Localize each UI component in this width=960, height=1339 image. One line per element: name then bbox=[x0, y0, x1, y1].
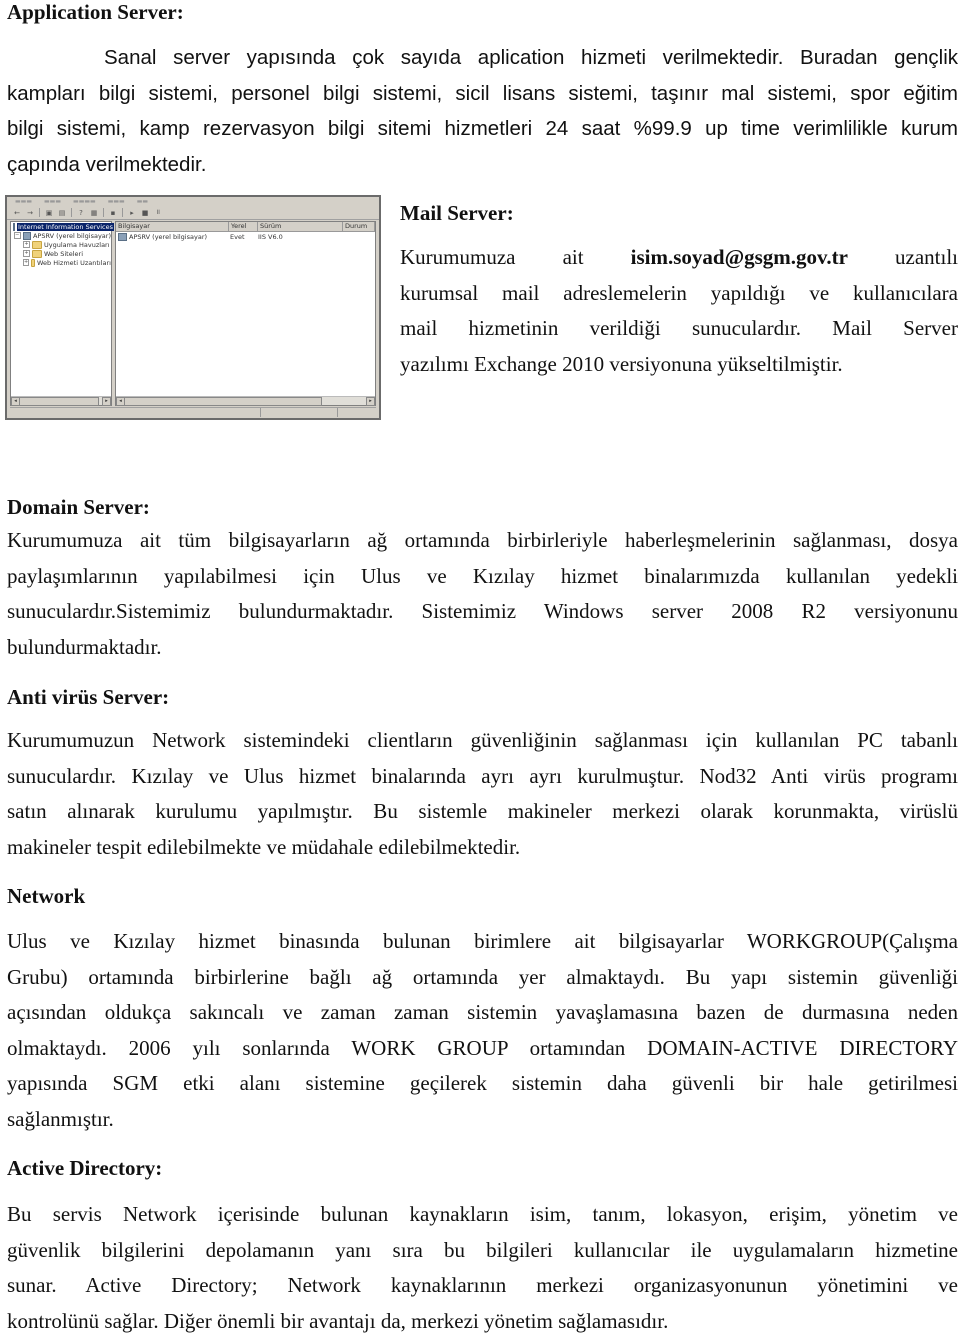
paragraph-mail-server: Kurumumuza ait isim.soyad@gsgm.gov.tr uz… bbox=[400, 240, 958, 382]
tree-scrollbar: ◂ ▸ bbox=[11, 396, 111, 405]
text-line: sunuculardır. Kızılay ve Ulus hizmet bin… bbox=[7, 759, 958, 795]
paragraph-network: Ulus ve Kızılay hizmet binasında bulunan… bbox=[7, 924, 958, 1137]
tree-server: APSRV (yerel bilgisayar) bbox=[33, 232, 111, 240]
status-bar bbox=[10, 407, 376, 417]
collapse-icon: − bbox=[14, 232, 21, 239]
toolbar: ← → ▣ ▤ ? ▦ ▪ ▸ ■ ॥ bbox=[7, 206, 379, 220]
iis-manager-screenshot: ▬▬▬▬▬▬▬▬▬▬▬▬▬▬▬ ← → ▣ ▤ ? ▦ ▪ ▸ ■ ॥ Inte… bbox=[5, 195, 381, 420]
folder-icon bbox=[32, 241, 42, 249]
text-line: paylaşımlarının yapılabilmesi için Ulus … bbox=[7, 559, 958, 595]
pause-icon: ॥ bbox=[154, 209, 162, 217]
text-line: sağlanmıştır. bbox=[7, 1102, 958, 1138]
server-icon bbox=[118, 233, 127, 241]
text-line: Sanal server yapısında çok sayıda aplica… bbox=[7, 40, 958, 76]
text-line: kurumsal mail adreslemelerin yapıldığı v… bbox=[400, 276, 958, 312]
column-headers: Bilgisayar Yerel Sürüm Durum bbox=[116, 222, 375, 232]
paragraph-active-directory: Bu servis Network içerisinde bulunan kay… bbox=[7, 1197, 958, 1339]
column-header: Durum bbox=[343, 222, 375, 231]
text-line: kampları bilgi sistemi, personel bilgi s… bbox=[7, 76, 958, 112]
heading-antivirus-server: Anti virüs Server: bbox=[7, 685, 169, 709]
paragraph-domain-server: Kurumumuza ait tüm bilgisayarların ağ or… bbox=[7, 523, 958, 665]
row-version: IIS V6.0 bbox=[256, 233, 340, 241]
text-line: Bu servis Network içerisinde bulunan kay… bbox=[7, 1197, 958, 1233]
computer-icon: ▪ bbox=[109, 209, 117, 217]
expand-icon: + bbox=[23, 250, 30, 257]
paragraph-antivirus-server: Kurumumuzun Network sistemindeki clientl… bbox=[7, 723, 958, 865]
list-scrollbar: ◂ ▸ bbox=[116, 396, 375, 405]
text-line: bulundurmaktadır. bbox=[7, 630, 958, 666]
text-line: Ulus ve Kızılay hizmet binasında bulunan… bbox=[7, 924, 958, 960]
text-line: sunar. Active Directory; Network kaynakl… bbox=[7, 1268, 958, 1304]
folder-icon bbox=[32, 250, 42, 258]
text-line: bilgi sistemi, kamp rezervasyon bilgi si… bbox=[7, 111, 958, 147]
text-line: yapısında SGM etki alanı sistemine geçil… bbox=[7, 1066, 958, 1102]
text-line: Kurumumuza ait isim.soyad@gsgm.gov.tr uz… bbox=[400, 240, 958, 276]
text-line: sunuculardır.Sistemimiz bulundurmaktadır… bbox=[7, 594, 958, 630]
tree-pane: Internet Information Services − APSRV (y… bbox=[10, 221, 112, 406]
play-icon: ▸ bbox=[128, 209, 136, 217]
heading-active-directory: Active Directory: bbox=[7, 1156, 162, 1180]
list-pane: Bilgisayar Yerel Sürüm Durum APSRV (yere… bbox=[115, 221, 376, 406]
forward-icon: → bbox=[26, 209, 34, 217]
heading-domain-server: Domain Server: bbox=[7, 495, 150, 519]
menu-bar: ▬▬▬▬▬▬▬▬▬▬▬▬▬▬▬ bbox=[7, 197, 379, 206]
text-line: kontrolünü sağlar. Diğer önemli bir avan… bbox=[7, 1304, 958, 1339]
text-fragment: uzantılı bbox=[895, 245, 958, 269]
tree-item: Web Hizmeti Uzantıları bbox=[37, 259, 111, 267]
text-line: çapında verilmektedir. bbox=[7, 147, 958, 183]
expand-icon: + bbox=[23, 259, 29, 266]
tree-item: Uygulama Havuzları bbox=[44, 241, 110, 249]
text-line: Kurumumuza ait tüm bilgisayarların ağ or… bbox=[7, 523, 958, 559]
tree-item: Web Siteleri bbox=[44, 250, 83, 258]
text-fragment: Kurumumuza bbox=[400, 245, 515, 269]
text-line: güvenlik bilgilerini depolamanın yanı sı… bbox=[7, 1233, 958, 1269]
properties-icon: ▤ bbox=[58, 209, 66, 217]
column-header: Sürüm bbox=[258, 222, 343, 231]
text-line: satın alınarak kurulumu yapılmıştır. Bu … bbox=[7, 794, 958, 830]
text-fragment: ait bbox=[563, 245, 584, 269]
row-local: Evet bbox=[228, 233, 256, 241]
back-icon: ← bbox=[13, 209, 21, 217]
column-header: Bilgisayar bbox=[116, 222, 229, 231]
column-header: Yerel bbox=[229, 222, 258, 231]
list-row: APSRV (yerel bilgisayar) Evet IIS V6.0 bbox=[116, 232, 375, 241]
text-line: Kurumumuzun Network sistemindeki clientl… bbox=[7, 723, 958, 759]
heading-mail-server: Mail Server: bbox=[400, 201, 514, 225]
view-icon: ▦ bbox=[90, 209, 98, 217]
iis-icon bbox=[13, 223, 15, 231]
server-icon bbox=[23, 232, 31, 240]
heading-application-server: Application Server: bbox=[7, 0, 184, 24]
text-line: yazılımı Exchange 2010 versiyonuna yükse… bbox=[400, 347, 958, 383]
stop-icon: ■ bbox=[141, 209, 149, 217]
show-tree-icon: ▣ bbox=[45, 209, 53, 217]
row-name: APSRV (yerel bilgisayar) bbox=[129, 233, 207, 241]
folder-icon bbox=[31, 259, 35, 267]
text-line: olmaktaydı. 2006 yılı sonlarında WORK GR… bbox=[7, 1031, 958, 1067]
email-address: isim.soyad@gsgm.gov.tr bbox=[631, 245, 848, 269]
text-line: Grubu) ortamında birbirlerine bağlı ağ o… bbox=[7, 960, 958, 996]
text-line: makineler tespit edilebilmekte ve müdaha… bbox=[7, 830, 958, 866]
text-line: açısından oldukça sakıncalı ve zaman zam… bbox=[7, 995, 958, 1031]
text-line: mail hizmetinin verildiği sunuculardır. … bbox=[400, 311, 958, 347]
help-icon: ? bbox=[77, 209, 85, 217]
tree-root: Internet Information Services bbox=[17, 223, 114, 231]
paragraph-application-server: Sanal server yapısında çok sayıda aplica… bbox=[7, 40, 958, 182]
expand-icon: + bbox=[23, 241, 30, 248]
heading-network: Network bbox=[7, 884, 85, 908]
